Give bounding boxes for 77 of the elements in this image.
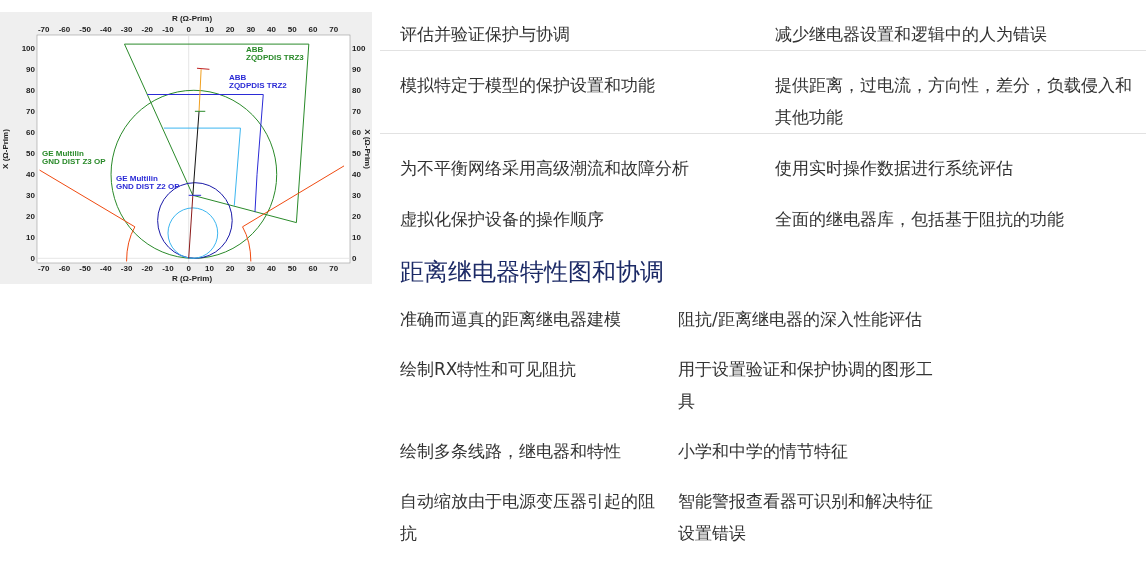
tick-label: -20 — [141, 25, 154, 34]
tick-label: 10 — [204, 25, 214, 34]
tick-label: -40 — [100, 264, 112, 273]
tick-label: 100 — [352, 44, 366, 54]
tick-label: 10 — [204, 264, 214, 273]
tick-label: 60 — [352, 128, 361, 138]
axis-title: R (Ω-Prim) — [171, 14, 213, 23]
feature-text: 虚拟化保护设备的操作顺序 — [400, 208, 605, 231]
tick-label: -70 — [37, 25, 50, 34]
feature-text: 绘制RX特性和可见阻抗 — [400, 358, 578, 381]
tick-label: 60 — [26, 128, 35, 138]
tick-label: -10 — [162, 25, 174, 34]
tick-label: 10 — [26, 233, 35, 243]
tick-label: 40 — [26, 170, 35, 180]
feature-text: 使用实时操作数据进行系统评估 — [775, 157, 1014, 180]
axis-title: R (Ω-Prim) — [171, 274, 213, 283]
tick-label: -40 — [100, 25, 112, 34]
tick-label: 100 — [21, 44, 35, 54]
tick-label: 50 — [287, 264, 297, 273]
tick-label: -60 — [58, 264, 71, 273]
tick-label: -30 — [120, 264, 133, 273]
feature-text: 阻抗/距离继电器的深入性能评估 — [678, 308, 923, 331]
tick-label: 30 — [352, 191, 361, 201]
feature-text: 减少继电器设置和逻辑中的人为错误 — [775, 23, 1048, 46]
feature-text: 小学和中学的情节特征 — [678, 440, 849, 463]
feature-text: 评估并验证保护与协调 — [400, 23, 571, 46]
tick-label: -10 — [162, 264, 174, 273]
tick-label: 20 — [352, 212, 361, 222]
tick-label: 40 — [352, 170, 361, 180]
tick-label: 60 — [308, 264, 318, 273]
tick-label: -50 — [79, 25, 91, 34]
tick-label: 90 — [352, 65, 361, 75]
zone-label: GE Multilin GND DIST Z2 OP — [116, 174, 180, 191]
tick-label: 10 — [352, 233, 361, 243]
tick-label: 0 — [30, 254, 35, 264]
tick-label: 20 — [225, 264, 235, 273]
tick-label: 70 — [352, 107, 361, 117]
tick-label: 0 — [186, 264, 191, 273]
tick-label: 90 — [26, 65, 35, 75]
tick-label: 70 — [329, 264, 339, 273]
feature-text: 提供距离，过电流，方向性，差分，负载侵入和其他功能 — [775, 74, 1133, 129]
tick-label: 30 — [26, 191, 35, 201]
axis-title: X (Ω-Prim) — [363, 129, 372, 169]
tick-label: -50 — [79, 264, 91, 273]
section-heading: 距离继电器特性图和协调 — [400, 257, 665, 288]
tick-label: 50 — [26, 149, 35, 159]
feature-text: 智能警报查看器可识别和解决特征设置错误 — [678, 490, 934, 545]
tick-label: 20 — [225, 25, 235, 34]
tick-label: 30 — [246, 264, 256, 273]
tick-label: 80 — [26, 86, 35, 96]
feature-text: 准确而逼真的距离继电器建模 — [400, 308, 622, 331]
feature-text: 模拟特定于模型的保护设置和功能 — [400, 74, 656, 97]
tick-label: 30 — [246, 25, 256, 34]
tick-label: 40 — [267, 264, 276, 273]
tick-label: 70 — [26, 107, 35, 117]
tick-label: 0 — [352, 254, 357, 264]
zone-label: ABB ZQDPDIS TRZ3 — [246, 45, 304, 62]
tick-label: 70 — [329, 25, 339, 34]
feature-text: 自动缩放由于电源变压器引起的阻抗 — [400, 490, 656, 545]
tick-label: -70 — [37, 264, 50, 273]
feature-text: 为不平衡网络采用高级潮流和故障分析 — [400, 157, 690, 180]
tick-label: 80 — [352, 86, 361, 96]
tick-label: 60 — [308, 25, 318, 34]
tick-label: 50 — [352, 149, 361, 159]
feature-text: 用于设置验证和保护协调的图形工具 — [678, 358, 934, 413]
axis-title: X (Ω-Prim) — [1, 129, 10, 169]
tick-label: 40 — [267, 25, 276, 34]
zone-label: ABB ZQDPDIS TRZ2 — [229, 73, 287, 90]
tick-label: -30 — [120, 25, 133, 34]
feature-text: 绘制多条线路，继电器和特性 — [400, 440, 622, 463]
zone-label: GE Multilin GND DIST Z3 OP — [42, 149, 106, 166]
tick-label: -20 — [141, 264, 154, 273]
tick-label: -60 — [58, 25, 71, 34]
tick-label: 20 — [26, 212, 35, 222]
feature-text: 全面的继电器库，包括基于阻抗的功能 — [775, 208, 1065, 231]
tick-label: 50 — [287, 25, 297, 34]
tick-label: 0 — [186, 25, 191, 34]
